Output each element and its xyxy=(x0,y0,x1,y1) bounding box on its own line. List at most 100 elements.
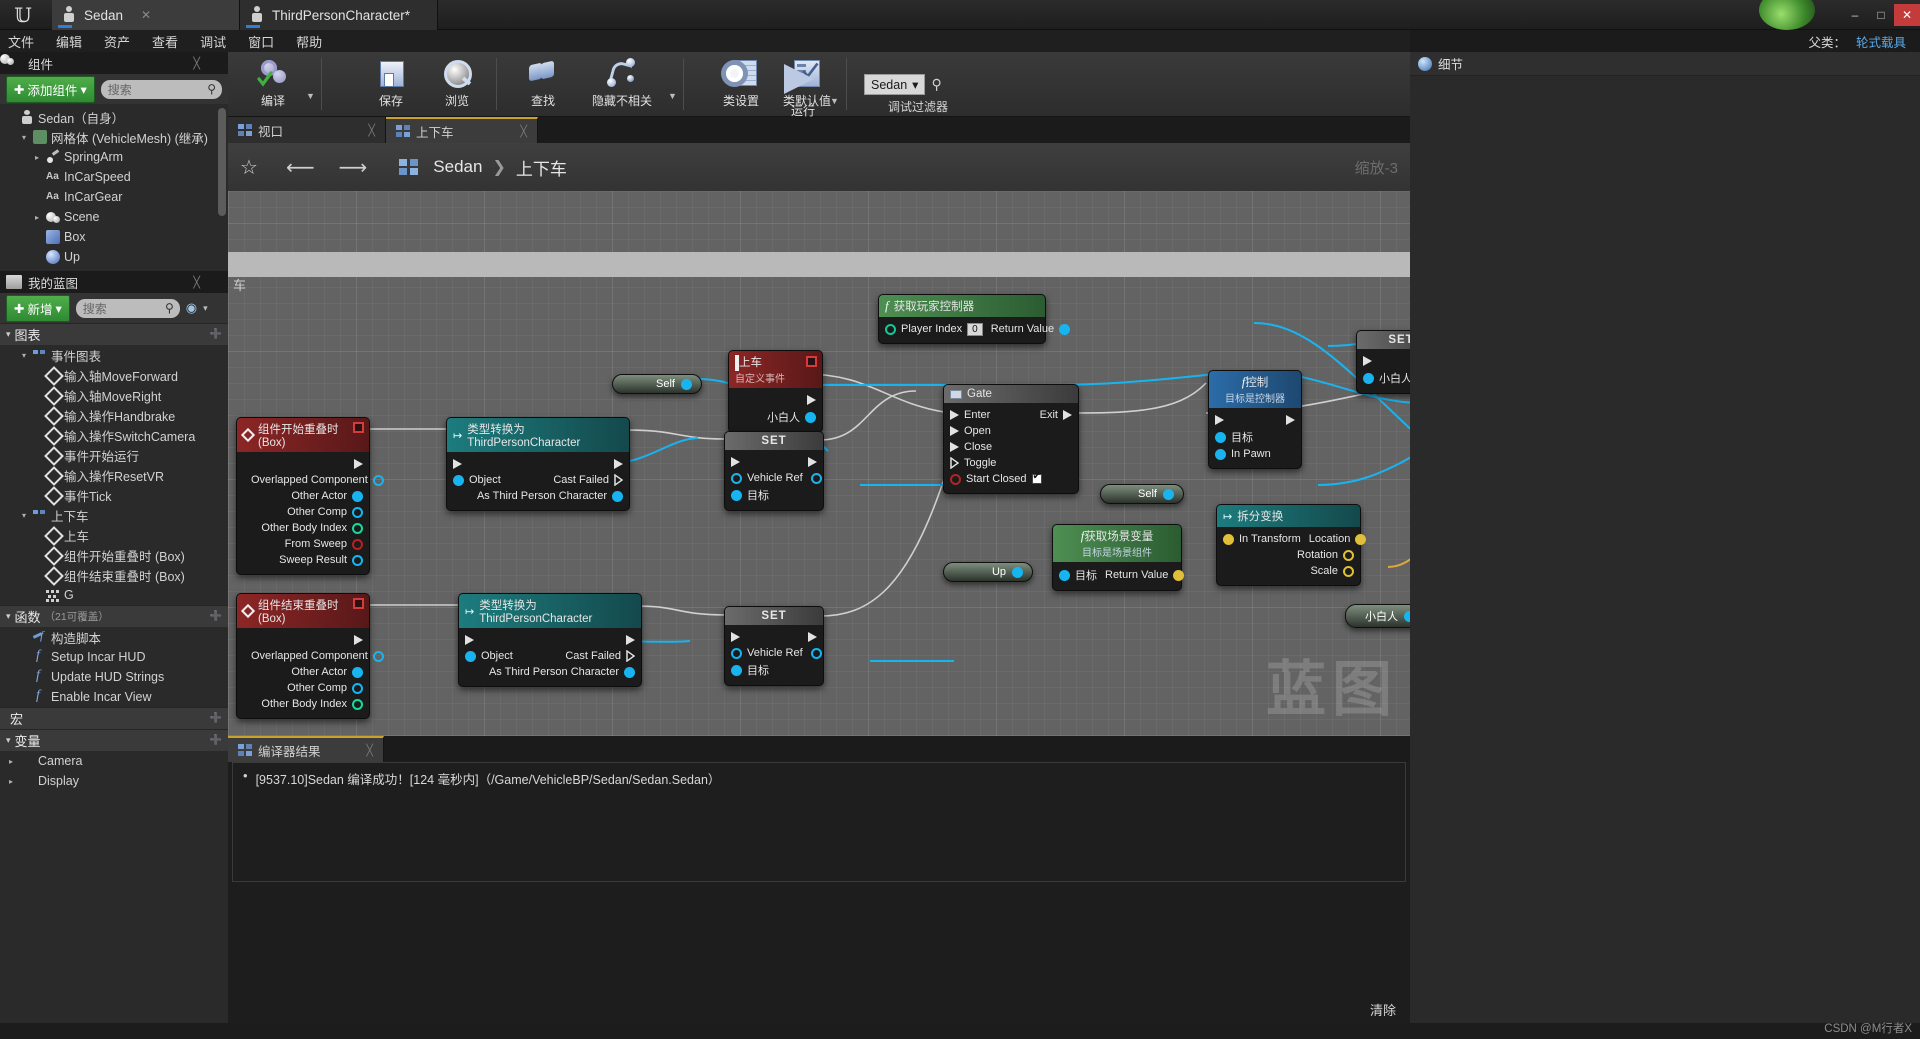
data-pin[interactable] xyxy=(1363,372,1374,384)
components-scrollbar[interactable] xyxy=(218,108,226,216)
node-header[interactable]: f控制 目标是控制器 xyxy=(1209,371,1301,408)
data-pin[interactable] xyxy=(681,378,692,390)
data-pin[interactable] xyxy=(352,666,363,678)
exec-pin[interactable] xyxy=(1363,356,1372,366)
debug-filter-select[interactable]: Sedan ▾ xyxy=(864,74,926,95)
minimize-button[interactable]: – xyxy=(1842,4,1868,26)
data-pin[interactable] xyxy=(950,473,961,485)
node-header[interactable]: f 获取玩家控制器 xyxy=(879,295,1045,317)
window-tab-thirdpersoncharacter[interactable]: ThirdPersonCharacter* xyxy=(240,0,438,30)
data-pin[interactable] xyxy=(1343,565,1354,577)
node-header[interactable]: 组件结束重叠时 (Box) xyxy=(237,594,369,628)
data-pin[interactable] xyxy=(1223,533,1234,545)
data-pin[interactable] xyxy=(352,490,363,502)
data-pin[interactable] xyxy=(1343,549,1354,561)
data-pin[interactable] xyxy=(1012,566,1023,578)
exec-pin-hollow[interactable] xyxy=(626,650,636,662)
section-header-图表[interactable]: ▾ 图表 ➕ xyxy=(0,323,228,345)
exec-pin[interactable] xyxy=(354,459,363,469)
expand-arrow-icon[interactable]: ▾ xyxy=(6,735,11,746)
blueprint-box[interactable]: 组件结束重叠时 (Box) xyxy=(0,565,228,585)
star-icon[interactable]: ☆ xyxy=(240,155,258,180)
hide-unrelated-chevron-icon[interactable]: ▼ xyxy=(668,91,677,101)
save-button[interactable]: 保存 xyxy=(358,54,424,115)
data-pin[interactable] xyxy=(372,650,384,662)
data-pin[interactable] xyxy=(352,554,363,566)
blueprint-update-hud-strings[interactable]: Update HUD Strings xyxy=(0,667,228,687)
exec-pin[interactable] xyxy=(1286,415,1295,425)
graph-node-cast-top[interactable]: ↦ 类型转换为 ThirdPersonCharacter Object Cast Fa… xyxy=(446,417,630,511)
section-header-宏[interactable]: 宏 ➕ xyxy=(0,707,228,729)
components-search-input[interactable]: 搜索 ⚲ xyxy=(100,79,222,99)
tab-boarding-graph[interactable]: 上下车 ╳ xyxy=(386,117,538,143)
data-pin[interactable] xyxy=(352,522,363,534)
section-header-函数[interactable]: ▾ 函数 （21可覆盖） ➕ xyxy=(0,605,228,627)
maximize-button[interactable]: □ xyxy=(1868,4,1894,26)
component-vehiclemesh[interactable]: ▾ 网格体 (VehicleMesh) (继承) xyxy=(0,127,228,147)
blueprint-g[interactable]: G xyxy=(0,585,228,605)
exec-pin[interactable] xyxy=(731,457,740,467)
data-pin[interactable] xyxy=(1215,448,1226,460)
menu-item-view[interactable]: 查看 xyxy=(152,32,178,51)
node-header[interactable]: ↦ 拆分变换 xyxy=(1217,505,1360,527)
blueprint-handbrake[interactable]: 输入操作Handbrake xyxy=(0,405,228,425)
exec-pin[interactable] xyxy=(453,459,462,469)
myblueprint-tree[interactable]: ▾ 图表 ➕ ▾ 事件图表 输入轴MoveForward 输入轴MoveRight 输入操作H… xyxy=(0,323,228,791)
myblueprint-search-input[interactable]: 搜索 ⚲ xyxy=(75,298,180,318)
add-icon[interactable]: ➕ xyxy=(210,735,222,746)
breadcrumb-item-sedan[interactable]: Sedan xyxy=(433,157,482,177)
exec-pin-hollow[interactable] xyxy=(614,474,624,486)
blueprint-display[interactable]: ▸ Display xyxy=(0,771,228,791)
data-pin[interactable] xyxy=(1355,533,1367,545)
tab-compiler-results[interactable]: 编译器结果 ╳ xyxy=(228,736,384,762)
graph-node-end-overlap[interactable]: 组件结束重叠时 (Box) Overlapped Component Other A… xyxy=(236,593,384,719)
start-closed-checkbox[interactable] xyxy=(1031,471,1042,484)
blueprint-resetvr[interactable]: 输入操作ResetVR xyxy=(0,465,228,485)
blueprint-enable-incar-view[interactable]: Enable Incar View xyxy=(0,687,228,707)
graph-variable-node-whitebody-1[interactable]: 小白人 xyxy=(1345,604,1410,628)
section-header-变量[interactable]: ▾ 变量 ➕ xyxy=(0,729,228,751)
data-pin[interactable] xyxy=(1059,569,1070,581)
close-icon[interactable]: ╳ xyxy=(520,125,527,138)
menu-item-debug[interactable]: 调试 xyxy=(200,32,226,51)
data-pin[interactable] xyxy=(352,506,363,518)
component-incarspeed[interactable]: Aa InCarSpeed xyxy=(0,167,228,187)
node-header[interactable]: ↦ 类型转换为 ThirdPersonCharacter xyxy=(459,594,641,628)
data-pin[interactable] xyxy=(352,698,363,710)
graph-variable-node-self-1[interactable]: Self xyxy=(612,374,702,394)
close-icon[interactable]: ╳ xyxy=(368,124,375,137)
exec-pin[interactable] xyxy=(950,442,959,452)
add-new-button[interactable]: ✚ 新增 ▾ xyxy=(6,294,70,322)
exec-pin[interactable] xyxy=(465,635,474,645)
expand-arrow-icon[interactable]: ▾ xyxy=(6,329,11,340)
close-icon[interactable]: ╳ xyxy=(366,744,373,757)
node-header[interactable]: ↦ 类型转换为 ThirdPersonCharacter xyxy=(447,418,629,452)
graph-node-set-bottom[interactable]: SET Vehicle Ref 目标 xyxy=(724,606,824,686)
graph-node-get-world-transform[interactable]: f获取场景变量 目标是场景组件 目标 Return Value xyxy=(1052,524,1185,591)
exec-pin-hollow[interactable] xyxy=(950,457,960,469)
blueprint-[interactable]: ▾ 事件图表 xyxy=(0,345,228,365)
expand-arrow-icon[interactable]: ▾ xyxy=(19,511,29,520)
component-springarm[interactable]: ▸ SpringArm xyxy=(0,147,228,167)
expand-arrow-icon[interactable]: ▸ xyxy=(6,777,16,786)
menu-item-help[interactable]: 帮助 xyxy=(296,32,322,51)
blueprint-[interactable]: 上车 xyxy=(0,525,228,545)
blueprint-switchcamera[interactable]: 输入操作SwitchCamera xyxy=(0,425,228,445)
data-pin[interactable] xyxy=(352,538,363,550)
tab-viewport[interactable]: 视口 ╳ xyxy=(228,117,386,143)
component-up[interactable]: Up xyxy=(0,247,228,267)
blueprint-tick[interactable]: 事件Tick xyxy=(0,485,228,505)
graph-node-gate[interactable]: Gate Enter Exit Open Close Toggle Start Closed xyxy=(943,384,1079,494)
node-header[interactable]: Gate xyxy=(944,385,1078,403)
window-tab-close-icon[interactable]: ✕ xyxy=(141,8,151,22)
parent-class-value[interactable]: 轮式载具 xyxy=(1856,32,1906,51)
node-header[interactable]: 上车 自定义事件 xyxy=(729,351,822,388)
add-icon[interactable]: ➕ xyxy=(210,611,222,622)
blueprint-moveright[interactable]: 输入轴MoveRight xyxy=(0,385,228,405)
find-button[interactable]: 查找 xyxy=(510,54,576,115)
component-box[interactable]: Box xyxy=(0,227,228,247)
exec-pin[interactable] xyxy=(731,632,740,642)
data-pin[interactable] xyxy=(1173,569,1185,581)
node-header[interactable]: SET xyxy=(725,607,823,625)
data-pin[interactable] xyxy=(731,489,742,501)
